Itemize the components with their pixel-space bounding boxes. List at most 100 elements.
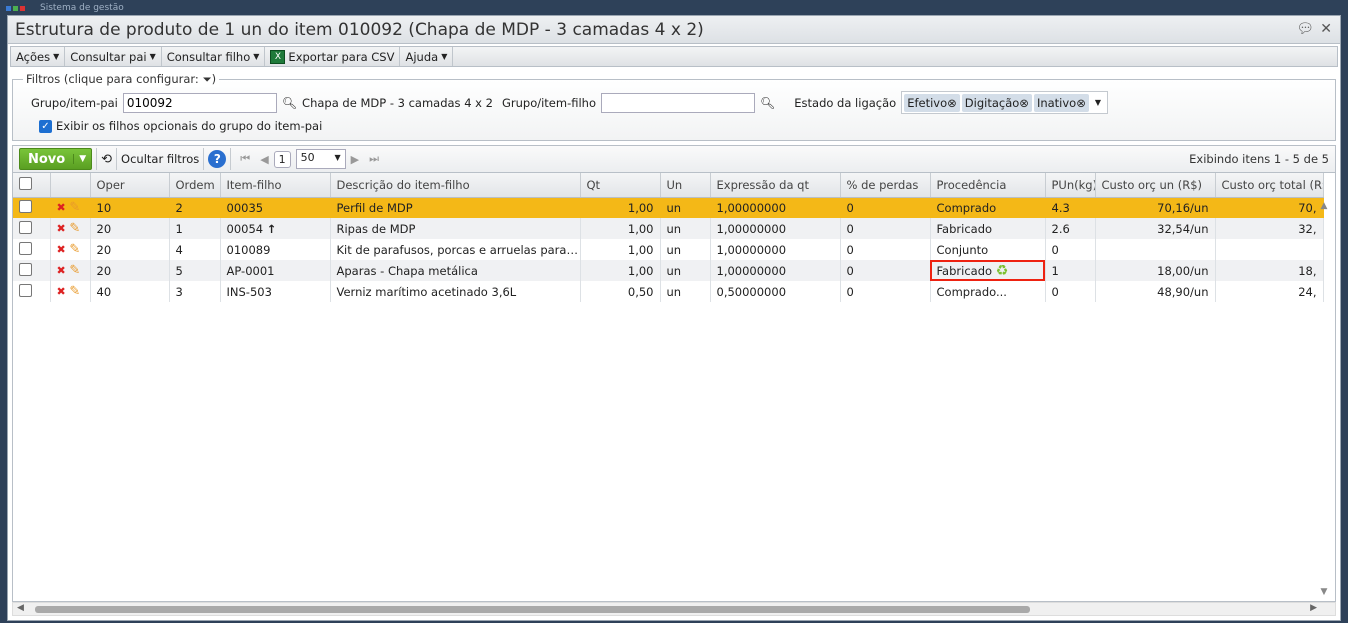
edit-pencil-icon[interactable]: ✎ (69, 284, 80, 299)
cell-qt: 1,00 (580, 239, 661, 260)
close-icon[interactable]: ✕ (1320, 21, 1332, 37)
edit-pencil-icon[interactable]: ✎ (69, 263, 80, 278)
page-number[interactable]: 1 (273, 150, 291, 168)
last-page-icon[interactable]: ⏭ (369, 152, 379, 166)
select-all-checkbox[interactable] (19, 176, 32, 190)
caret-down-icon[interactable]: ▼ (1095, 98, 1101, 107)
page-size-select[interactable]: 50 ▼ (295, 149, 346, 169)
col-qt[interactable]: Qt (580, 173, 661, 198)
delete-icon[interactable]: ✖ (57, 264, 66, 277)
child-input[interactable] (601, 92, 756, 113)
cell-custo-un: 48,90/un (1095, 281, 1216, 302)
help-icon[interactable]: ? (208, 150, 227, 168)
cell-text: Ripas de MDP (336, 221, 416, 236)
row-select-cell[interactable] (13, 197, 51, 218)
col-pun[interactable]: PUn(kg) (1045, 173, 1096, 198)
chat-icon[interactable]: 💬︎ (1296, 21, 1314, 37)
arrow-up-icon: ↑ (266, 221, 277, 236)
caret-down-icon[interactable]: ▼ (73, 154, 91, 164)
row-checkbox[interactable] (19, 262, 32, 276)
delete-icon[interactable]: ✖ (57, 222, 66, 235)
menu-consultar-pai[interactable]: Consultar pai ▼ (65, 47, 162, 66)
table-row[interactable]: ✖ ✎ 20 4 010089 Kit de parafusos, porcas e a… (13, 239, 1324, 260)
col-procedencia[interactable]: Procedência (930, 173, 1046, 198)
col-item-filho[interactable]: Item-filho (220, 173, 331, 198)
edit-pencil-icon[interactable]: ✎ (69, 200, 80, 215)
row-checkbox[interactable] (19, 199, 32, 213)
state-multiselect[interactable]: Efetivo⊗ Digitação⊗ Inativo⊗ ▼ (901, 91, 1109, 114)
horizontal-scrollbar[interactable]: ◀ ▶ (12, 602, 1336, 616)
page-size-value: 50 (300, 151, 315, 164)
scroll-down-icon[interactable]: ▼ (1317, 587, 1331, 597)
refresh-icon[interactable]: ⟲ (101, 152, 112, 167)
state-tag[interactable]: Digitação⊗ (961, 93, 1032, 112)
cell-pun: 2.6 (1045, 218, 1096, 239)
delete-icon[interactable]: ✖ (57, 243, 66, 256)
search-icon[interactable]: 🔍︎ (760, 96, 775, 110)
row-select-cell[interactable] (13, 239, 51, 260)
delete-icon[interactable]: ✖ (57, 201, 66, 214)
table-row[interactable]: ✖ ✎ 40 3 INS-503 Verniz marítimo acetinado 3… (13, 281, 1324, 302)
cell-text: Verniz marítimo acetinado 3,6L (336, 284, 517, 299)
cell-item: 00054 ↑ (220, 218, 331, 239)
cell-expr: 1,00000000 (710, 260, 841, 281)
cell-pun: 0 (1045, 281, 1096, 302)
remove-icon[interactable]: ⊗ (1019, 96, 1029, 110)
app-title: Sistema de gestão (40, 3, 124, 13)
row-select-cell[interactable] (13, 281, 51, 302)
menu-acoes[interactable]: Ações ▼ (11, 47, 66, 66)
scroll-left-icon[interactable]: ◀ (17, 603, 24, 613)
state-tag[interactable]: Inativo⊗ (1033, 93, 1089, 112)
edit-pencil-icon[interactable]: ✎ (69, 221, 80, 236)
col-un[interactable]: Un (660, 173, 711, 198)
next-page-icon[interactable]: ▶ (351, 153, 359, 166)
row-select-cell[interactable] (13, 218, 51, 239)
new-button[interactable]: Novo ▼ (19, 148, 93, 170)
filters-legend[interactable]: Filtros (clique para configurar: ⏷) (23, 72, 220, 87)
filter-icon[interactable]: ⏷ (202, 72, 211, 86)
menu-label: Ajuda (405, 49, 439, 64)
row-checkbox[interactable] (19, 283, 32, 297)
table-row[interactable]: ✖ ✎ 20 5 AP-0001 Aparas - Chapa metálica 1,00… (13, 260, 1324, 281)
cell-text: INS-503 (226, 284, 272, 299)
col-descricao[interactable]: Descrição do item-filho (330, 173, 581, 198)
menu-ajuda[interactable]: Ajuda ▼ (400, 47, 454, 66)
state-tag[interactable]: Efetivo⊗ (904, 93, 960, 112)
hide-filters-button[interactable]: Ocultar filtros (121, 152, 199, 166)
cell-proc: Conjunto (930, 239, 1046, 260)
edit-pencil-icon[interactable]: ✎ (69, 242, 80, 257)
table-row[interactable]: ✖ ✎ 20 1 00054 ↑ Ripas de MDP 1,00 un 1,0000000… (13, 218, 1324, 239)
col-custo-total[interactable]: Custo orç total (R$) (1215, 173, 1324, 198)
col-oper[interactable]: Oper (90, 173, 170, 198)
menu-exportar-csv[interactable]: X Exportar para CSV (265, 47, 401, 66)
remove-icon[interactable]: ⊗ (1076, 96, 1086, 110)
scroll-right-icon[interactable]: ▶ (1310, 603, 1317, 613)
recycle-icon: ♻ (995, 262, 1009, 279)
caret-down-icon: ▼ (334, 153, 341, 162)
search-icon[interactable]: 🔍︎ (282, 96, 297, 110)
cell-item: 010089 (220, 239, 331, 260)
parent-input[interactable] (122, 92, 277, 113)
cell-text: 18,00/un (1157, 263, 1209, 278)
delete-icon[interactable]: ✖ (57, 285, 66, 298)
col-ordem[interactable]: Ordem (169, 173, 221, 198)
select-all-header[interactable] (13, 173, 51, 198)
prev-page-icon[interactable]: ◀ (260, 153, 268, 166)
cell-text: 70,16/un (1157, 200, 1209, 215)
col-perdas[interactable]: % de perdas (840, 173, 931, 198)
row-checkbox[interactable] (19, 241, 32, 255)
cell-text: 0,50 (627, 284, 654, 299)
cell-text: un (666, 221, 682, 236)
row-select-cell[interactable] (13, 260, 51, 281)
optional-children-label: Exibir os filhos opcionais do grupo do i… (56, 119, 323, 133)
col-custo-un[interactable]: Custo orç un (R$) (1095, 173, 1216, 198)
row-checkbox[interactable] (19, 220, 32, 234)
menu-consultar-filho[interactable]: Consultar filho ▼ (162, 47, 266, 66)
optional-children-checkbox[interactable]: ✓ (39, 119, 52, 133)
scrollbar-thumb[interactable] (35, 606, 1030, 613)
first-page-icon[interactable]: ⏮ (240, 152, 250, 166)
scroll-up-icon[interactable]: ▲ (1317, 201, 1331, 211)
remove-icon[interactable]: ⊗ (947, 96, 957, 110)
table-row[interactable]: ✖ ✎ 10 2 00035 Perfil de MDP 1,00 un 1,00000000… (13, 197, 1324, 218)
col-expressao[interactable]: Expressão da qt (710, 173, 841, 198)
